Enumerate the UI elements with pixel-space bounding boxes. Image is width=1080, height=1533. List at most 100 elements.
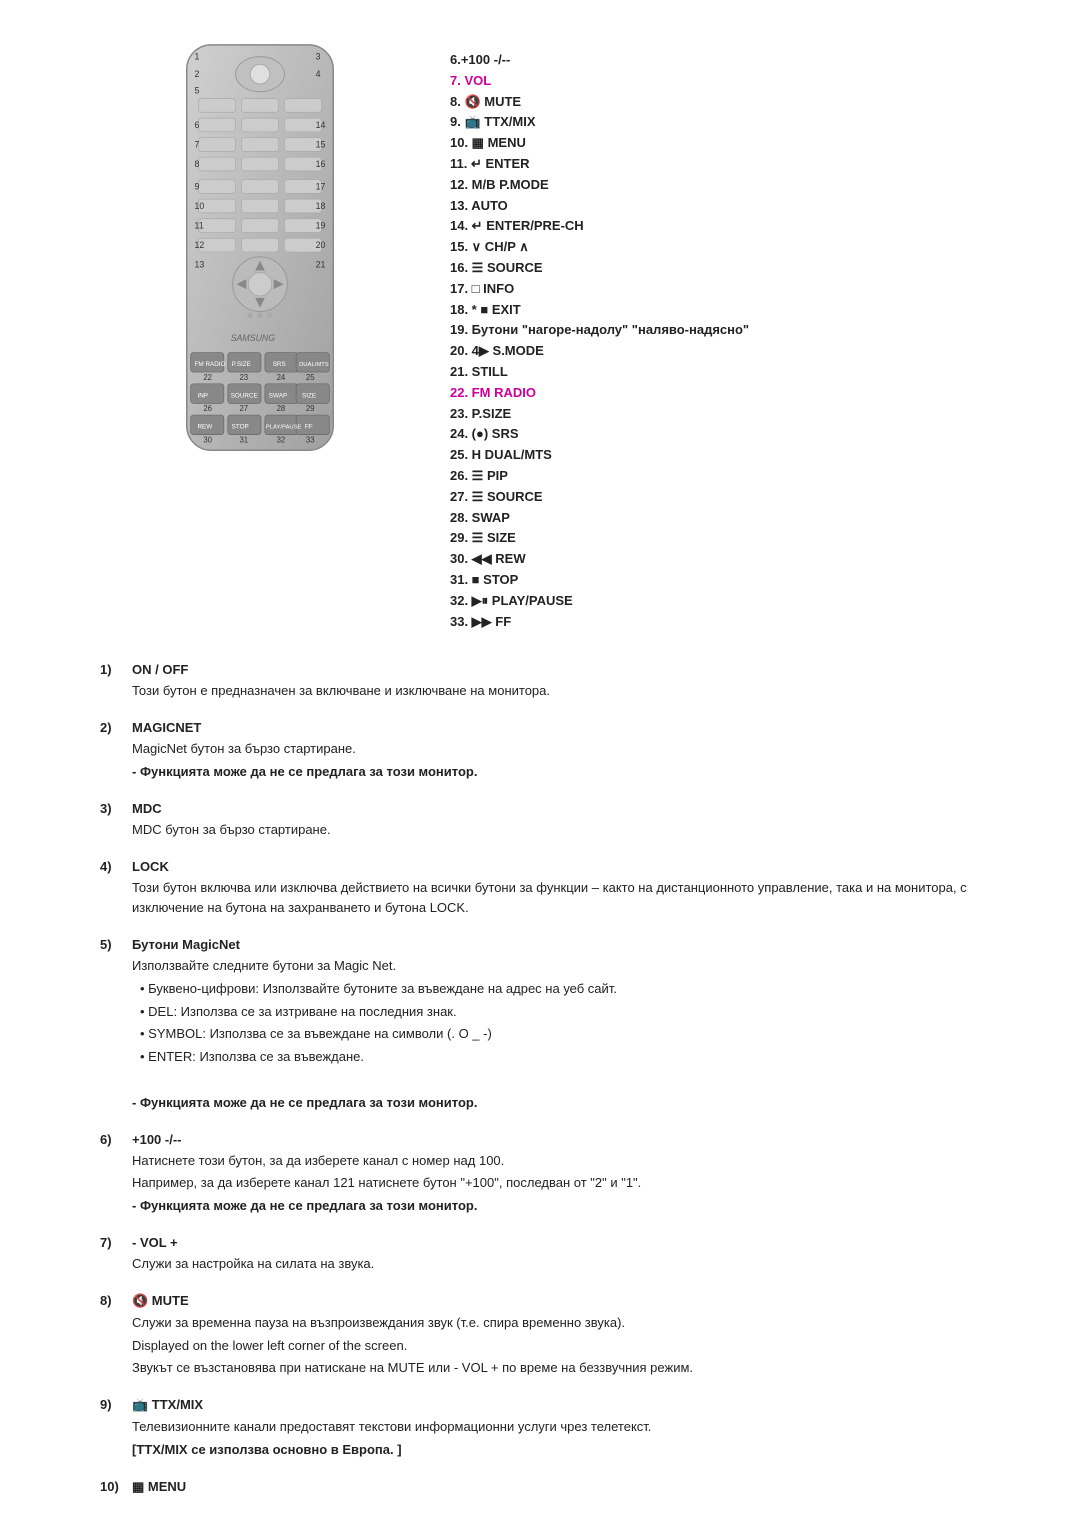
desc-item-1: 1) ON / OFF Този бутон е предназначен за…: [100, 662, 1000, 702]
item-11: 11. ↵ ENTER: [450, 154, 1040, 175]
svg-text:16: 16: [316, 159, 326, 169]
svg-text:13: 13: [195, 260, 205, 270]
item-20: 20. 4▶ S.MODE: [450, 341, 1040, 362]
remote-container: 1 2 5 3 4: [100, 40, 420, 460]
svg-text:3: 3: [316, 52, 321, 62]
svg-text:21: 21: [316, 260, 326, 270]
desc-title-7: - VOL +: [132, 1235, 178, 1250]
item-25: 25. H DUAL/MTS: [450, 445, 1040, 466]
desc-text-8-3: Звукът се възстановява при натискане на …: [132, 1358, 1000, 1379]
desc-item-3: 3) MDC МDC бутон за бързо стартиране.: [100, 801, 1000, 841]
descriptions: 1) ON / OFF Този бутон е предназначен за…: [40, 662, 1040, 1513]
desc-body-7: Служи за настройка на силата на звука.: [100, 1254, 1000, 1275]
desc-num-9: 9): [100, 1397, 124, 1412]
desc-warning-5: - Функцията може да не се предлага за то…: [132, 1093, 1000, 1114]
desc-body-9: Телевизионните канали предоставят тексто…: [100, 1417, 1000, 1461]
desc-title-1: ON / OFF: [132, 662, 188, 677]
svg-text:30: 30: [203, 435, 212, 444]
svg-text:32: 32: [277, 435, 286, 444]
title-line-2: 2) MAGICNET: [100, 720, 1000, 735]
desc-text-3-1: МDC бутон за бързо стартиране.: [132, 820, 1000, 841]
svg-text:33: 33: [306, 435, 315, 444]
desc-body-1: Този бутон е предназначен за включване и…: [100, 681, 1000, 702]
remote-image: 1 2 5 3 4: [155, 40, 365, 460]
item-24: 24. (●) SRS: [450, 424, 1040, 445]
svg-text:23: 23: [239, 373, 248, 382]
title-line-6: 6) +100 -/--: [100, 1132, 1000, 1147]
svg-text:11: 11: [195, 221, 204, 231]
desc-text-5-5: • ENTER: Използва се за въвеждане.: [140, 1047, 1000, 1068]
item-13: 13. AUTO: [450, 196, 1040, 217]
svg-text:20: 20: [316, 240, 326, 250]
title-line-8: 8) 🔇 MUTE: [100, 1293, 1000, 1309]
svg-text:4: 4: [316, 69, 321, 79]
title-line-1: 1) ON / OFF: [100, 662, 1000, 677]
desc-body-8: Служи за временна пауза на възпроизвежда…: [100, 1313, 1000, 1379]
svg-text:P.SIZE: P.SIZE: [232, 361, 251, 368]
desc-title-5: Бутони MagicNet: [132, 937, 240, 952]
desc-text-2-1: MagicNet бутон за бързо стартиране.: [132, 739, 1000, 760]
desc-body-6: Натиснете този бутон, за да изберете кан…: [100, 1151, 1000, 1217]
item-15: 15. ∨ CH/P ∧: [450, 237, 1040, 258]
desc-item-5: 5) Бутони MagicNet Използвайте следните …: [100, 937, 1000, 1114]
svg-text:7: 7: [195, 139, 200, 149]
desc-num-2: 2): [100, 720, 124, 735]
desc-text-6-1: Натиснете този бутон, за да изберете кан…: [132, 1151, 1000, 1172]
svg-text:6: 6: [195, 120, 200, 130]
desc-text-5-spacer: [132, 1070, 1000, 1091]
desc-warning-2: - Функцията може да не се предлага за то…: [132, 762, 1000, 783]
top-section: 1 2 5 3 4: [40, 40, 1040, 632]
svg-text:31: 31: [239, 435, 248, 444]
desc-num-10: 10): [100, 1479, 124, 1494]
desc-text-9-1: Телевизионните канали предоставят тексто…: [132, 1417, 1000, 1438]
svg-text:SAMSUNG: SAMSUNG: [231, 333, 276, 343]
title-line-4: 4) LOCK: [100, 859, 1000, 874]
item-33: 33. ▶▶ FF: [450, 612, 1040, 633]
desc-text-5-3: • DEL: Използва се за изтриване на после…: [140, 1002, 1000, 1023]
svg-text:22: 22: [203, 373, 212, 382]
desc-item-7: 7) - VOL + Служи за настройка на силата …: [100, 1235, 1000, 1275]
desc-warning-6: - Функцията може да не се предлага за то…: [132, 1196, 1000, 1217]
desc-num-7: 7): [100, 1235, 124, 1250]
desc-num-6: 6): [100, 1132, 124, 1147]
item-23: 23. P.SIZE: [450, 404, 1040, 425]
item-27: 27. ☰ SOURCE: [450, 487, 1040, 508]
svg-text:18: 18: [316, 201, 326, 211]
item-6: 6.+100 -/--: [450, 50, 1040, 71]
desc-item-2: 2) MAGICNET MagicNet бутон за бързо стар…: [100, 720, 1000, 783]
svg-text:DUAL/MTS: DUAL/MTS: [299, 362, 329, 368]
desc-item-8: 8) 🔇 MUTE Служи за временна пауза на въз…: [100, 1293, 1000, 1379]
desc-text-7-1: Служи за настройка на силата на звука.: [132, 1254, 1000, 1275]
desc-item-6: 6) +100 -/-- Натиснете този бутон, за да…: [100, 1132, 1000, 1217]
desc-text-5-1: Използвайте следните бутони за Magic Net…: [132, 956, 1000, 977]
desc-text-1-1: Този бутон е предназначен за включване и…: [132, 681, 1000, 702]
desc-body-5: Използвайте следните бутони за Magic Net…: [100, 956, 1000, 1114]
desc-num-8: 8): [100, 1293, 124, 1308]
title-line-7: 7) - VOL +: [100, 1235, 1000, 1250]
desc-text-5-4: • SYMBOL: Използва се за въвеждане на си…: [140, 1024, 1000, 1045]
svg-text:25: 25: [306, 373, 315, 382]
item-10: 10. ▦ MENU: [450, 133, 1040, 154]
svg-text:SIZE: SIZE: [302, 392, 316, 399]
title-line-10: 10) ▦ MENU: [100, 1479, 1000, 1495]
desc-item-10: 10) ▦ MENU: [100, 1479, 1000, 1495]
svg-text:5: 5: [195, 86, 200, 96]
desc-num-1: 1): [100, 662, 124, 677]
svg-text:14: 14: [316, 120, 326, 130]
svg-text:SWAP: SWAP: [269, 392, 287, 399]
title-line-9: 9) 📺 TTX/MIX: [100, 1397, 1000, 1413]
item-28: 28. SWAP: [450, 508, 1040, 529]
desc-item-9: 9) 📺 TTX/MIX Телевизионните канали предо…: [100, 1397, 1000, 1461]
svg-text:12: 12: [195, 240, 205, 250]
svg-text:8: 8: [195, 159, 200, 169]
svg-text:FM RADIO: FM RADIO: [195, 361, 226, 368]
desc-title-10: ▦ MENU: [132, 1479, 186, 1495]
desc-num-3: 3): [100, 801, 124, 816]
item-31: 31. ■ STOP: [450, 570, 1040, 591]
item-19: 19. Бутони "нагоре-надолу" "наляво-надяс…: [450, 320, 1040, 341]
item-12: 12. M/B P.MODE: [450, 175, 1040, 196]
svg-text:28: 28: [277, 404, 286, 413]
svg-text:29: 29: [306, 404, 315, 413]
right-panel: 6.+100 -/-- 7. VOL 8. 🔇 MUTE 9. 📺 TTX/MI…: [450, 40, 1040, 632]
desc-title-9: 📺 TTX/MIX: [132, 1397, 203, 1413]
